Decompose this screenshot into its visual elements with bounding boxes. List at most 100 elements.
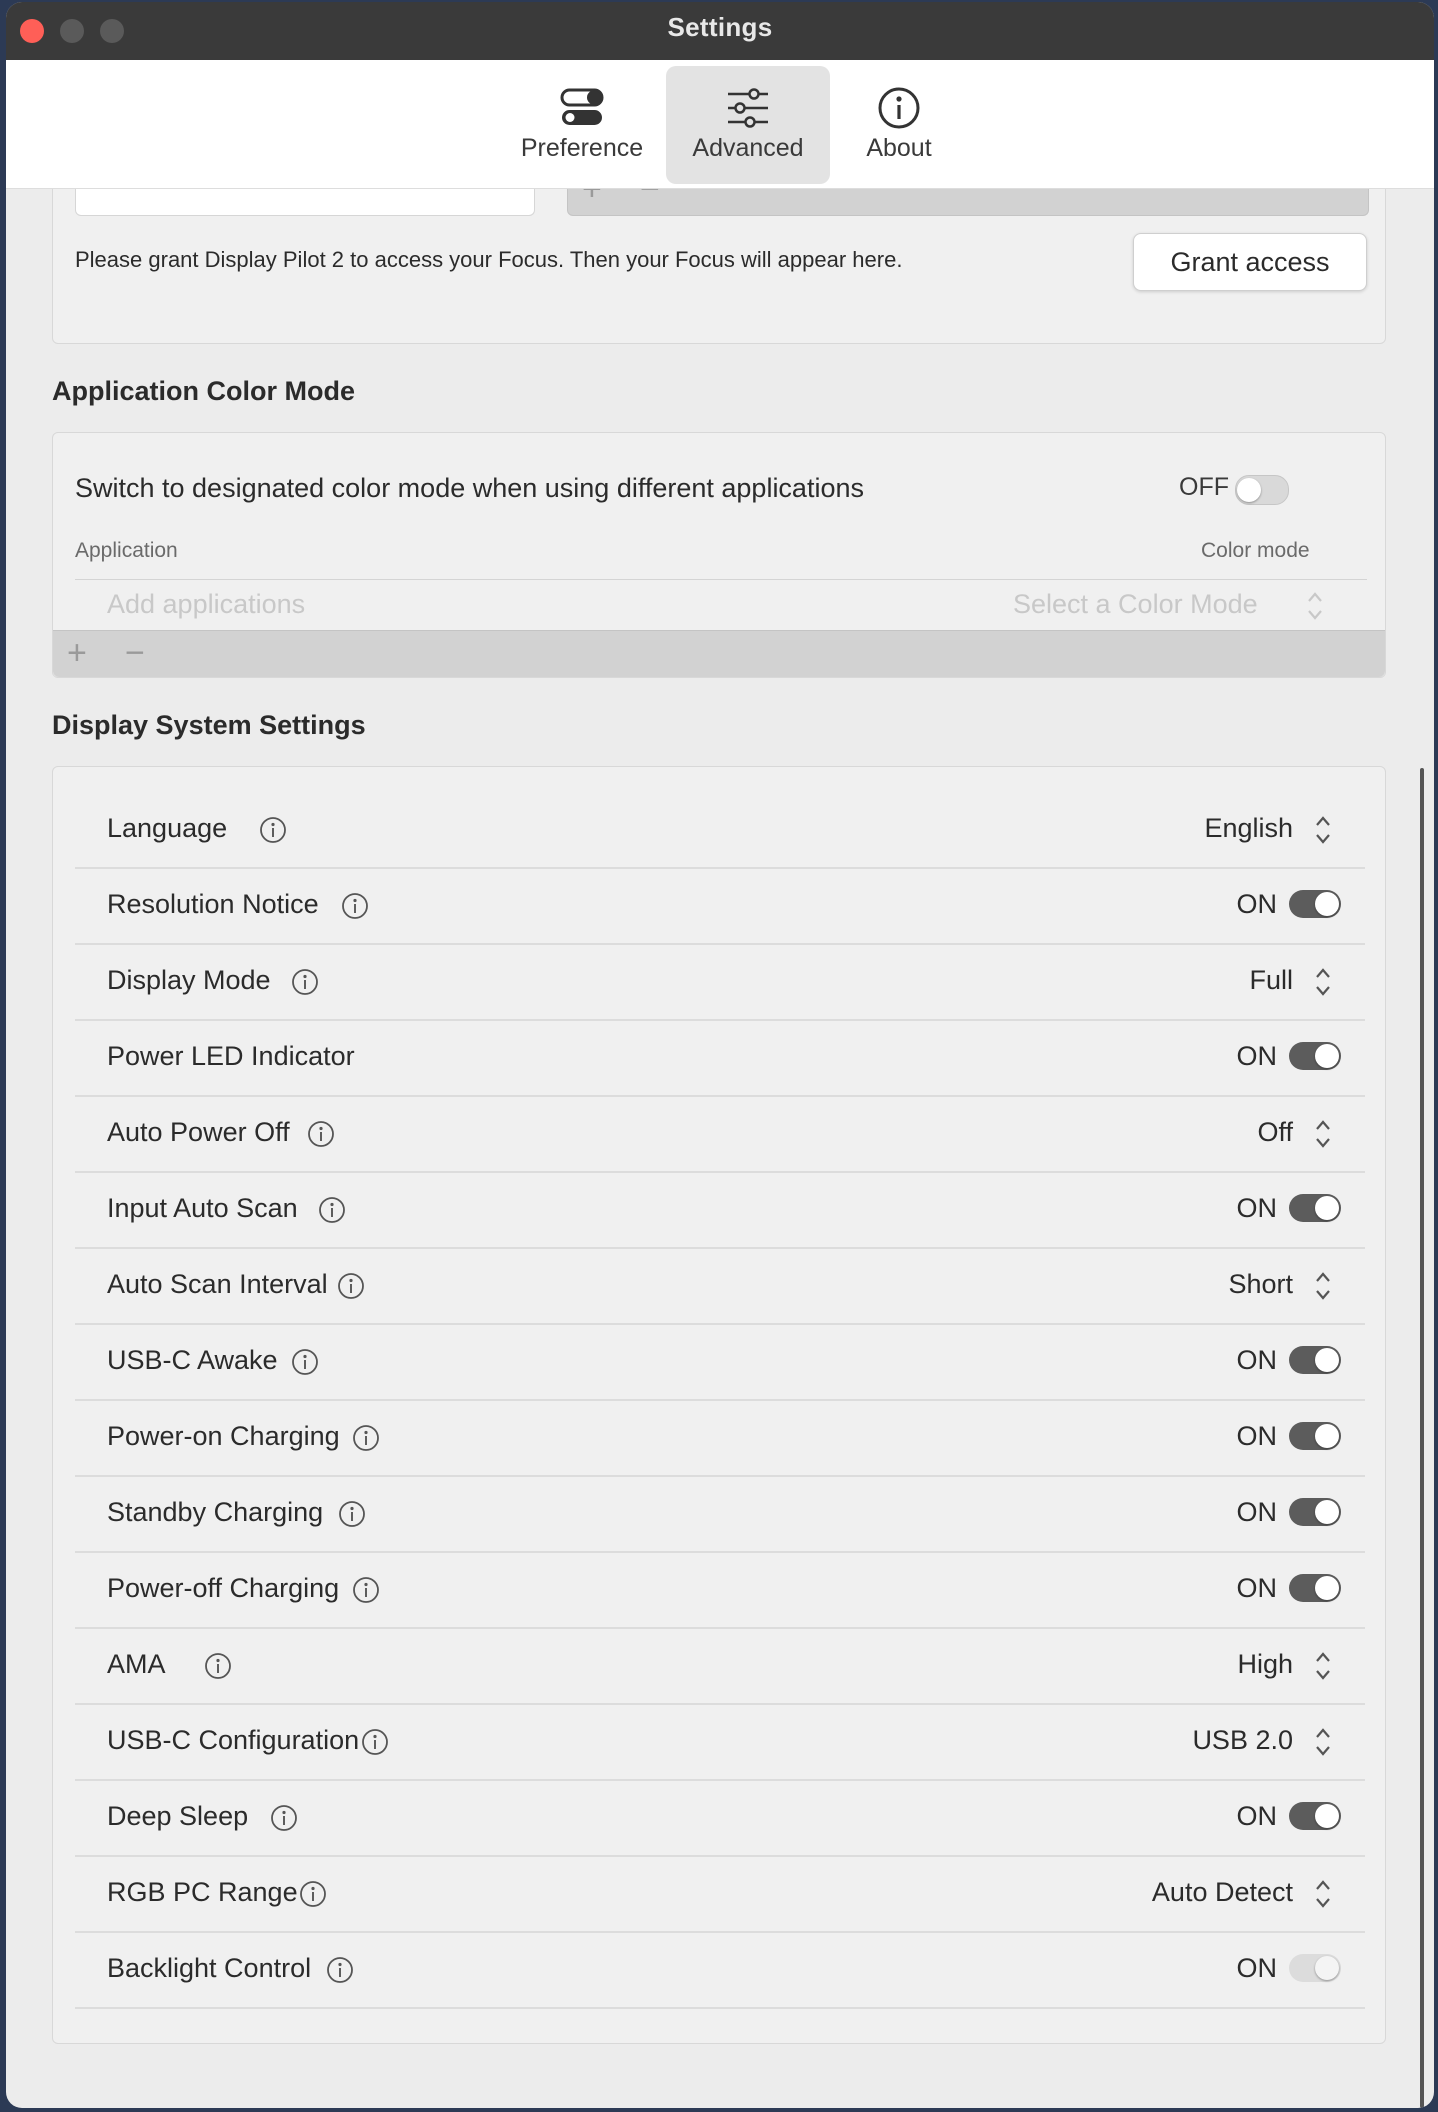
toggle-state-text: ON [1236, 1953, 1278, 1983]
info-icon[interactable] [259, 816, 287, 844]
settings-window: Settings Preference Advanced About + − P… [6, 2, 1434, 2108]
select-value[interactable]: English [1204, 813, 1293, 844]
info-icon[interactable] [270, 1804, 298, 1832]
info-icon[interactable] [352, 1576, 380, 1604]
setting-label: AMA [107, 1649, 166, 1679]
app-color-mode-title: Application Color Mode [52, 376, 355, 406]
setting-row: Display Mode Full [75, 943, 1365, 1021]
setting-row: Auto Scan Interval Short [75, 1247, 1365, 1325]
toggle-state-text: ON [1236, 889, 1278, 919]
setting-toggle[interactable] [1289, 1574, 1341, 1602]
setting-toggle[interactable] [1289, 1498, 1341, 1526]
chevron-updown-icon[interactable] [1315, 1651, 1331, 1681]
setting-label: RGB PC Range [107, 1877, 298, 1907]
setting-row: RGB PC Range Auto Detect [75, 1855, 1365, 1933]
tab-advanced[interactable]: Advanced [666, 66, 830, 184]
chevron-updown-icon[interactable] [1315, 967, 1331, 997]
select-value[interactable]: Off [1257, 1117, 1293, 1148]
setting-label: USB-C Awake [107, 1345, 278, 1375]
info-icon[interactable] [318, 1196, 346, 1224]
title-bar: Settings [6, 2, 1434, 60]
add-applications-placeholder[interactable]: Add applications [107, 589, 305, 620]
info-icon[interactable] [291, 1348, 319, 1376]
chevron-updown-icon[interactable] [1315, 815, 1331, 845]
setting-label: Power-off Charging [107, 1573, 340, 1603]
chevron-updown-icon[interactable] [1315, 1119, 1331, 1149]
sliders-icon [728, 88, 768, 128]
setting-toggle [1289, 1954, 1341, 1982]
focus-permission-message: Please grant Display Pilot 2 to access y… [75, 247, 903, 272]
setting-toggle[interactable] [1289, 1802, 1341, 1830]
tab-advanced-label: Advanced [692, 134, 804, 162]
app-color-mode-toggle[interactable] [1235, 475, 1289, 505]
setting-toggle[interactable] [1289, 1346, 1341, 1374]
toggle-state-text: ON [1236, 1345, 1278, 1375]
divider [75, 579, 1367, 580]
info-icon[interactable] [291, 968, 319, 996]
grant-access-button[interactable]: Grant access [1133, 233, 1367, 291]
scrollbar[interactable] [1420, 768, 1424, 2108]
tab-about[interactable]: About [838, 66, 960, 184]
toggle-state-text: ON [1236, 1421, 1278, 1451]
focus-remove-button[interactable]: − [640, 188, 660, 206]
select-value[interactable]: High [1237, 1649, 1293, 1680]
setting-label: Power-on Charging [107, 1421, 340, 1451]
setting-label: Auto Scan Interval [107, 1269, 328, 1299]
info-icon[interactable] [361, 1728, 389, 1756]
display-settings-panel: Language English Resolution Notice ON Displa… [52, 766, 1386, 2044]
info-icon[interactable] [341, 892, 369, 920]
info-icon[interactable] [204, 1652, 232, 1680]
focus-panel: + − Please grant Display Pilot 2 to acce… [52, 188, 1386, 344]
chevron-updown-icon[interactable] [1315, 1879, 1331, 1909]
tab-preference[interactable]: Preference [506, 66, 658, 184]
setting-row: AMA High [75, 1627, 1365, 1705]
setting-row: Language English [75, 791, 1365, 869]
select-value[interactable]: Short [1228, 1269, 1293, 1300]
chevron-updown-icon [1308, 592, 1322, 620]
select-value[interactable]: Full [1249, 965, 1293, 996]
info-circle-icon [878, 87, 920, 129]
setting-row: Deep Sleep ON [75, 1779, 1365, 1857]
setting-row: Backlight Control ON [75, 1931, 1365, 2009]
tab-preference-label: Preference [520, 134, 644, 162]
color-mode-select[interactable]: Select a Color Mode [1013, 589, 1258, 620]
app-list-toolbar: + − [53, 630, 1385, 677]
setting-label: Display Mode [107, 965, 271, 995]
setting-toggle[interactable] [1289, 1194, 1341, 1222]
select-value[interactable]: Auto Detect [1152, 1877, 1293, 1908]
setting-toggle[interactable] [1289, 890, 1341, 918]
toggle-state-text: ON [1236, 1573, 1278, 1603]
focus-list-toolbar: + − [567, 188, 1369, 216]
display-settings-title: Display System Settings [52, 710, 366, 740]
focus-add-button[interactable]: + [582, 188, 602, 206]
chevron-updown-icon[interactable] [1315, 1271, 1331, 1301]
toggle-state-text: ON [1236, 1041, 1278, 1071]
toggle-state-text: ON [1236, 1801, 1278, 1831]
app-color-mode-state: OFF [1179, 473, 1229, 501]
info-icon[interactable] [337, 1272, 365, 1300]
info-icon[interactable] [299, 1880, 327, 1908]
setting-row: Power LED Indicator ON [75, 1019, 1365, 1097]
setting-row: Power-off Charging ON [75, 1551, 1365, 1629]
setting-toggle[interactable] [1289, 1042, 1341, 1070]
chevron-updown-icon[interactable] [1315, 1727, 1331, 1757]
info-icon[interactable] [326, 1956, 354, 1984]
app-add-button[interactable]: + [67, 636, 87, 670]
setting-label: Resolution Notice [107, 889, 319, 919]
settings-content: + − Please grant Display Pilot 2 to acce… [6, 188, 1434, 2108]
focus-list[interactable] [75, 188, 535, 216]
info-icon[interactable] [352, 1424, 380, 1452]
tab-about-label: About [866, 134, 932, 162]
setting-row: USB-C Configuration USB 2.0 [75, 1703, 1365, 1781]
select-value[interactable]: USB 2.0 [1192, 1725, 1293, 1756]
app-remove-button[interactable]: − [125, 636, 145, 670]
setting-row: Power-on Charging ON [75, 1399, 1365, 1477]
info-icon[interactable] [307, 1120, 335, 1148]
setting-toggle[interactable] [1289, 1422, 1341, 1450]
setting-label: Input Auto Scan [107, 1193, 298, 1223]
info-icon[interactable] [338, 1500, 366, 1528]
toggles-icon [560, 88, 604, 125]
setting-label: USB-C Configuration [107, 1725, 360, 1755]
application-column-header: Application [75, 539, 178, 562]
setting-label: Standby Charging [107, 1497, 324, 1527]
